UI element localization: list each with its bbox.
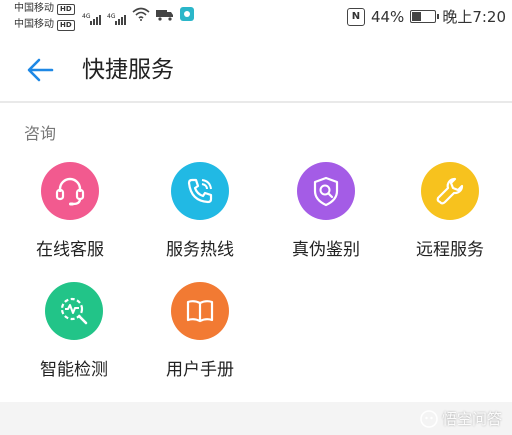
watermark-text: 悟空问答 [441, 410, 502, 428]
shield-search-icon [313, 176, 339, 207]
carrier-name-2: 中国移动 [14, 19, 54, 30]
service-icon-circle [421, 162, 479, 220]
status-right: N 44% 晚上7:20 [346, 6, 506, 27]
network-type-2: 4G [107, 13, 116, 20]
service-label: 服务热线 [166, 240, 234, 260]
service-label: 智能检测 [40, 360, 108, 380]
service-label: 真伪鉴别 [292, 240, 360, 260]
watermark: 悟空问答 [420, 408, 502, 429]
back-arrow-icon [27, 58, 54, 82]
manual-book-icon [186, 300, 214, 323]
battery-level-fill [412, 12, 422, 21]
service-tile-user-manual[interactable]: 用户手册 [136, 282, 264, 392]
service-label: 在线客服 [36, 240, 104, 260]
service-label: 远程服务 [416, 240, 484, 260]
status-bar: 中国移动 HD 中国移动 HD 4G 4G N 44% 晚上7:20 [0, 0, 512, 36]
hd-badge-2: HD [57, 19, 75, 31]
battery-icon [410, 10, 440, 23]
service-icon-circle [45, 282, 103, 340]
signal-group: 4G 4G [82, 6, 194, 25]
wrench-icon [436, 177, 464, 205]
nfc-icon: N [346, 7, 365, 26]
title-bar: 快捷服务 [0, 40, 512, 100]
service-tile-authenticity-check[interactable]: 真伪鉴别 [262, 162, 390, 272]
carrier-row-1: 中国移动 HD [14, 3, 75, 15]
service-tile-smart-detect[interactable]: 智能检测 [10, 282, 138, 392]
headset-icon [55, 177, 85, 206]
service-icon-circle [41, 162, 99, 220]
delivery-truck-icon [156, 6, 174, 25]
phone-icon [187, 178, 213, 204]
service-icon-circle [171, 162, 229, 220]
title-divider [0, 101, 512, 103]
smart-detect-icon [60, 297, 88, 325]
carrier-name-1: 中国移动 [14, 3, 54, 14]
service-label: 用户手册 [166, 360, 234, 380]
section-label-consult: 咨询 [24, 124, 57, 143]
service-tile-hotline[interactable]: 服务热线 [136, 162, 264, 272]
service-tile-online-support[interactable]: 在线客服 [6, 162, 134, 272]
hd-badge-1: HD [57, 3, 75, 15]
service-icon-circle [171, 282, 229, 340]
signal-strength-icon-1: 4G [82, 13, 101, 25]
app-notification-icon [180, 6, 194, 25]
page-title: 快捷服务 [82, 57, 174, 83]
service-tile-remote-service[interactable]: 远程服务 [386, 162, 512, 272]
status-time: 晚上7:20 [442, 8, 506, 26]
signal-strength-icon-2: 4G [107, 13, 126, 25]
back-button[interactable] [24, 54, 56, 86]
network-type-1: 4G [82, 13, 91, 20]
carrier-row-2: 中国移动 HD [14, 19, 75, 31]
watermark-logo-icon [420, 409, 438, 428]
wifi-icon [132, 6, 150, 25]
battery-percent: 44% [370, 7, 405, 26]
service-icon-circle [297, 162, 355, 220]
